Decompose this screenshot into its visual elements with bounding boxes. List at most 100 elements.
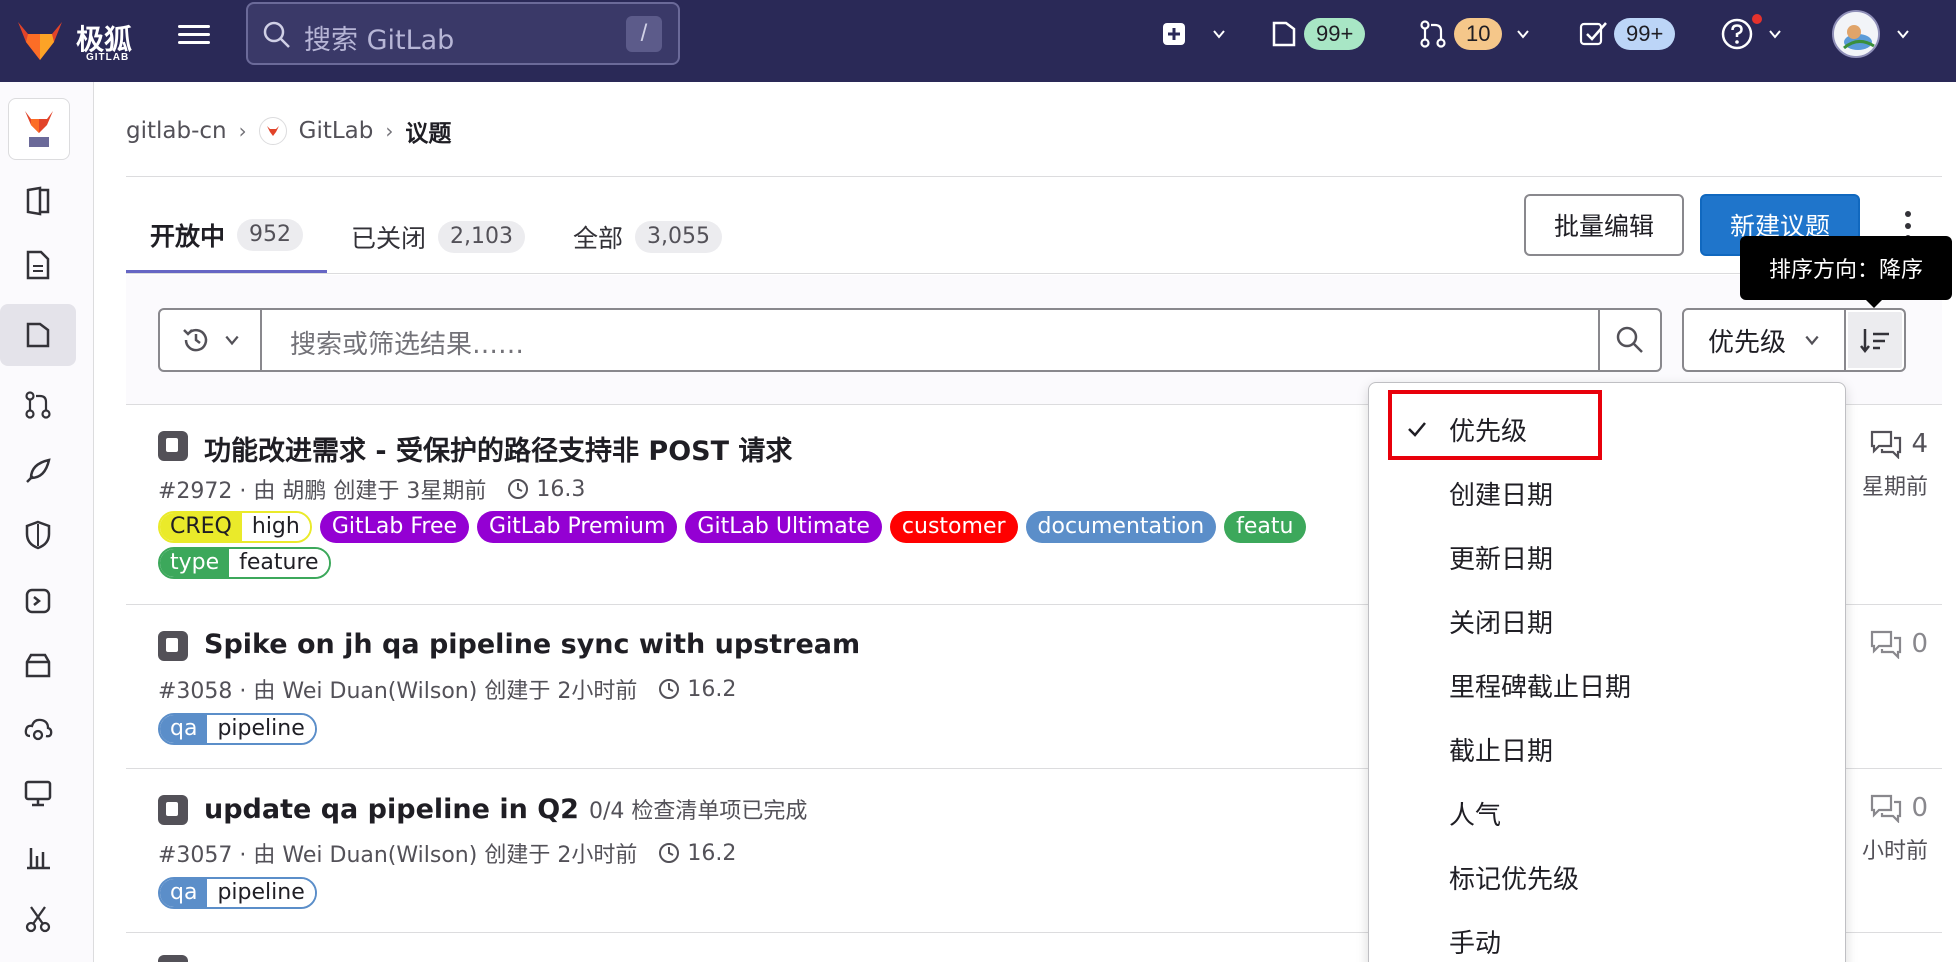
merge-requests-counter-button[interactable]: 10: [1418, 14, 1530, 54]
label-feature-partial[interactable]: featu: [1224, 511, 1306, 543]
label-qa-pipeline[interactable]: qa pipeline: [158, 877, 317, 909]
breadcrumb-group[interactable]: gitlab-cn: [126, 118, 227, 144]
gitlab-project-icon: [258, 117, 287, 145]
sidebar-secure[interactable]: [0, 504, 76, 566]
sort-by-dropdown[interactable]: 优先级: [1682, 308, 1846, 372]
breadcrumb-project[interactable]: GitLab: [299, 118, 374, 144]
issue-meta-text: #2972 · 由 胡鹏 创建于 3星期前: [158, 479, 487, 504]
sort-option-created-date[interactable]: 创建日期: [1369, 461, 1845, 525]
create-new-button[interactable]: [1160, 14, 1226, 54]
label-qa-pipeline[interactable]: qa pipeline: [158, 713, 317, 745]
sort-option-manual[interactable]: 手动: [1369, 909, 1845, 962]
issues-count-badge: 99+: [1304, 18, 1366, 50]
issue-title-link[interactable]: Spike on jh qa pipeline sync with upstre…: [204, 629, 860, 660]
sidebar-project-overview[interactable]: [0, 170, 76, 232]
comments-count[interactable]: 0: [1869, 629, 1928, 659]
label-documentation[interactable]: documentation: [1025, 511, 1217, 543]
sidebar-monitor[interactable]: [0, 698, 76, 760]
issue-title-link[interactable]: update qa pipeline in Q2 0/4 检查清单项已完成: [204, 793, 807, 825]
sidebar-issues[interactable]: [0, 304, 76, 366]
issue-meta-text: #3058 · 由 Wei Duan(Wilson) 创建于 2小时前: [158, 679, 638, 704]
milestone-label[interactable]: 16.2: [687, 677, 736, 702]
sidebar-analyze[interactable]: [0, 826, 76, 888]
issue-meta: #2972 · 由 胡鹏 创建于 3星期前 16.3: [158, 473, 585, 505]
todos-counter-button[interactable]: 99+: [1578, 14, 1676, 54]
issue-state-tabs: 开放中 952 已关闭 2,103 全部 3,055: [126, 200, 746, 274]
search-placeholder: 搜索 GitLab: [304, 25, 455, 56]
search-icon: [263, 21, 290, 48]
issue-meta: #3057 · 由 Wei Duan(Wilson) 创建于 2小时前 16.2: [158, 837, 736, 869]
bulk-edit-button[interactable]: 批量编辑: [1524, 194, 1684, 256]
label-customer[interactable]: customer: [889, 511, 1018, 543]
sort-option-label-priority[interactable]: 标记优先级: [1369, 845, 1845, 909]
sidebar-snippets[interactable]: [0, 888, 76, 950]
project-fox-icon: [25, 111, 53, 147]
project-icon: [26, 186, 50, 216]
issue-meta: #3058 · 由 Wei Duan(Wilson) 创建于 2小时前 16.2: [158, 673, 736, 705]
comments-count[interactable]: 4: [1862, 429, 1928, 459]
label-gitlab-free[interactable]: GitLab Free: [319, 511, 470, 543]
cloud-gear-icon: [24, 718, 53, 741]
sort-direction-button[interactable]: [1844, 308, 1906, 372]
issues-counter-button[interactable]: 99+: [1270, 14, 1366, 54]
project-sidebar: [0, 82, 94, 962]
user-avatar[interactable]: [1832, 10, 1880, 58]
history-icon: [183, 328, 208, 352]
global-search-input[interactable]: 搜索 GitLab /: [246, 2, 680, 65]
sidebar-packages[interactable]: [0, 634, 76, 696]
labels-row: CREQ high GitLab Free GitLab Premium Git…: [158, 511, 1306, 543]
milestone-clock-icon: [508, 479, 529, 499]
notification-dot: [1750, 12, 1764, 26]
project-avatar[interactable]: [8, 98, 70, 160]
sidebar-merge-requests[interactable]: [0, 374, 76, 436]
todos-count-badge: 99+: [1614, 18, 1676, 50]
milestone-clock-icon: [659, 679, 680, 699]
issue-right-meta: 0 小时前: [1862, 793, 1928, 865]
sort-options-dropdown: 优先级 创建日期 更新日期 关闭日期 里程碑截止日期 截止日期 人气 标记优先级…: [1368, 382, 1846, 962]
sidebar-operate[interactable]: [0, 570, 76, 632]
sort-option-due-date[interactable]: 截止日期: [1369, 717, 1845, 781]
filter-search-button[interactable]: [1598, 308, 1662, 372]
filter-search-input[interactable]: 搜索或筛选结果……: [260, 308, 1600, 372]
tab-opened[interactable]: 开放中 952: [126, 200, 328, 274]
tooltip-arrow: [1864, 298, 1884, 308]
sort-option-popularity[interactable]: 人气: [1369, 781, 1845, 845]
mr-count-badge: 10: [1454, 18, 1503, 50]
issue-title-text: 功能改进需求 - 受保护的路径支持非 POST 请求: [204, 436, 793, 467]
issue-title-link[interactable]: 功能改进需求 - 受保护的路径支持非 POST 请求: [204, 429, 792, 468]
sort-direction-tooltip: 排序方向：降序: [1740, 236, 1952, 300]
tab-all[interactable]: 全部 3,055: [549, 200, 746, 274]
sort-option-closed-date[interactable]: 关闭日期: [1369, 589, 1845, 653]
selection-highlight-box: [1388, 390, 1602, 460]
tab-label: 开放中: [150, 222, 226, 251]
label-type-feature[interactable]: type feature: [158, 547, 331, 579]
sort-option-updated-date[interactable]: 更新日期: [1369, 525, 1845, 589]
sort-option-milestone-due-date[interactable]: 里程碑截止日期: [1369, 653, 1845, 717]
document-icon: [26, 250, 50, 280]
top-bar: 极狐 GITLAB 搜索 GitLab / 99+ 10 99+: [0, 0, 1956, 82]
label-creq-high[interactable]: CREQ high: [158, 511, 312, 543]
label-gitlab-ultimate[interactable]: GitLab Ultimate: [685, 511, 882, 543]
breadcrumb-current[interactable]: 议题: [405, 114, 451, 148]
tab-closed[interactable]: 已关闭 2,103: [327, 200, 549, 274]
issue-type-icon: [158, 631, 188, 661]
chart-bars-icon: [27, 848, 50, 870]
milestone-label[interactable]: 16.2: [687, 841, 736, 866]
sidebar-deploy[interactable]: [0, 440, 76, 502]
search-shortcut-key: /: [626, 16, 662, 52]
gitlab-logo[interactable]: 极狐 GITLAB: [12, 12, 132, 70]
merge-request-icon: [1420, 20, 1446, 48]
recent-searches-button[interactable]: [158, 308, 262, 372]
sidebar-analytics-monitor[interactable]: [0, 762, 76, 824]
comments-count[interactable]: 0: [1862, 793, 1928, 823]
user-menu-chevron[interactable]: [1896, 14, 1910, 54]
milestone-label[interactable]: 16.3: [536, 477, 585, 502]
sidebar-plan[interactable]: [0, 234, 76, 296]
label-gitlab-premium[interactable]: GitLab Premium: [477, 511, 678, 543]
issue-right-meta: 4 星期前: [1862, 429, 1928, 501]
updated-text: 星期前: [1861, 475, 1928, 500]
menu-toggle-icon[interactable]: [176, 20, 212, 56]
shield-icon: [25, 520, 51, 550]
issues-icon: [26, 322, 50, 348]
fox-logo-icon: [18, 22, 62, 60]
